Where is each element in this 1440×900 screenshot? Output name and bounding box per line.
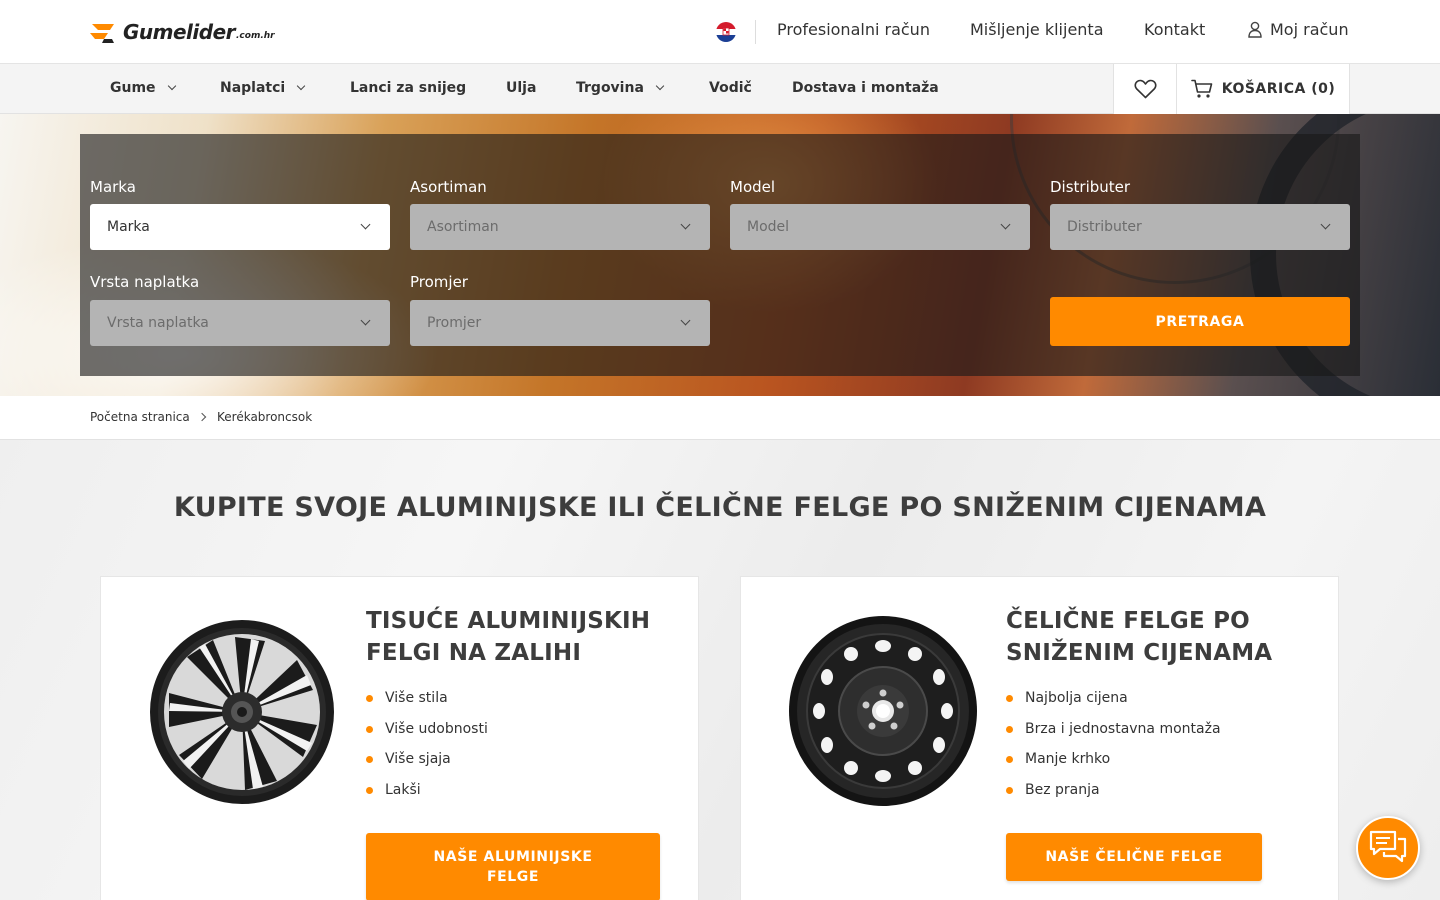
- nav-item-shop[interactable]: Trgovina: [576, 80, 665, 96]
- nav-item-oils[interactable]: Ulja: [506, 80, 536, 96]
- page-title: KUPITE SVOJE ALUMINIJSKE ILI ČELIČNE FEL…: [173, 492, 1267, 523]
- user-icon: [1248, 21, 1262, 38]
- nav-item-label: Dostava i montaža: [792, 80, 939, 96]
- list-item: Lakši: [366, 782, 421, 798]
- chevron-down-icon: [1320, 219, 1331, 230]
- steel-rim-image: [787, 611, 981, 807]
- card-title: ČELIČNE FELGE PO SNIŽENIM CIJENAMA: [1006, 608, 1273, 666]
- chevron-down-icon: [680, 219, 691, 230]
- wishlist-button[interactable]: [1113, 64, 1176, 114]
- list-item: Najbolja cijena: [1006, 690, 1128, 706]
- rim-type-select[interactable]: Vrsta naplatka: [90, 300, 390, 346]
- list-item: Bez pranja: [1006, 782, 1100, 798]
- logo-text: Gumelider: [123, 20, 236, 44]
- chevron-down-icon: [1000, 219, 1011, 230]
- nav-item-label: Vodič: [709, 80, 752, 96]
- nav-item-label: Naplatci: [220, 80, 286, 96]
- contact-link[interactable]: Kontakt: [1144, 20, 1205, 39]
- logo[interactable]: Gumelider .com.hr: [90, 18, 275, 46]
- chevron-down-icon: [360, 315, 371, 326]
- range-label: Asortiman: [410, 178, 487, 196]
- my-account-label: Moj račun: [1270, 20, 1349, 39]
- cart-icon: [1190, 79, 1213, 98]
- chevron-down-icon: [655, 81, 665, 91]
- nav-item-guide[interactable]: Vodič: [709, 80, 752, 96]
- list-item: Više stila: [366, 690, 448, 706]
- nav-item-label: Gume: [110, 80, 156, 96]
- chat-button[interactable]: [1356, 816, 1420, 880]
- diameter-select-value: Promjer: [427, 315, 482, 331]
- nav-item-label: Ulja: [506, 80, 537, 96]
- professional-account-link[interactable]: Profesionalni račun: [777, 20, 930, 39]
- brand-select-value: Marka: [107, 219, 150, 235]
- alloy-rims-card: TISUĆE ALUMINIJSKIH FELGI NA ZALIHI Više…: [100, 576, 699, 900]
- card-title: TISUĆE ALUMINIJSKIH FELGI NA ZALIHI: [366, 608, 651, 666]
- range-select-value: Asortiman: [427, 219, 499, 235]
- diameter-label: Promjer: [410, 273, 468, 291]
- breadcrumb-home-link[interactable]: Početna stranica: [90, 410, 190, 424]
- heart-icon: [1133, 79, 1157, 99]
- chevron-right-icon: [197, 412, 207, 422]
- croatia-flag-icon[interactable]: [716, 22, 736, 42]
- nav-item-tyres[interactable]: Gume: [110, 80, 176, 96]
- nav-item-label: Lanci za snijeg: [350, 80, 467, 96]
- cart-label: KOŠARICA (0): [1221, 81, 1336, 97]
- model-select-value: Model: [747, 219, 790, 235]
- logo-mark-icon: [90, 20, 120, 44]
- chevron-down-icon: [680, 315, 691, 326]
- list-item: Manje krhko: [1006, 751, 1110, 767]
- search-button[interactable]: PRETRAGA: [1050, 297, 1350, 346]
- nav-item-delivery[interactable]: Dostava i montaža: [792, 80, 939, 96]
- diameter-select[interactable]: Promjer: [410, 300, 710, 346]
- list-item: Brza i jednostavna montaža: [1006, 721, 1221, 737]
- breadcrumb: Početna stranica Kerékabroncsok: [0, 396, 1440, 440]
- logo-suffix: .com.hr: [236, 31, 275, 41]
- chevron-down-icon: [296, 81, 306, 91]
- rim-type-select-value: Vrsta naplatka: [107, 315, 209, 331]
- steel-rims-card: ČELIČNE FELGE PO SNIŽENIM CIJENAMA Najbo…: [740, 576, 1339, 900]
- list-item: Više sjaja: [366, 751, 451, 767]
- distributor-select-value: Distributer: [1067, 219, 1142, 235]
- customer-reviews-link[interactable]: Mišljenje klijenta: [970, 20, 1104, 39]
- range-select[interactable]: Asortiman: [410, 204, 710, 250]
- distributor-select[interactable]: Distributer: [1050, 204, 1350, 250]
- breadcrumb-current: Kerékabroncsok: [217, 410, 313, 424]
- top-divider: [755, 20, 756, 44]
- brand-select[interactable]: Marka: [90, 204, 390, 250]
- my-account-link[interactable]: Moj račun: [1248, 20, 1349, 39]
- brand-label: Marka: [90, 178, 136, 196]
- steel-rims-button[interactable]: NAŠE ČELIČNE FELGE: [1006, 833, 1262, 881]
- rim-type-label: Vrsta naplatka: [90, 273, 200, 291]
- alloy-rims-button[interactable]: NAŠE ALUMINIJSKE FELGE: [366, 833, 660, 900]
- nav-item-rims[interactable]: Naplatci: [220, 80, 306, 96]
- alloy-rim-image: [147, 615, 337, 805]
- chevron-down-icon: [167, 81, 176, 91]
- top-header: Gumelider .com.hr Profesionalni račun Mi…: [0, 0, 1440, 64]
- list-item: Više udobnosti: [366, 721, 488, 737]
- distributor-label: Distributer: [1050, 178, 1131, 196]
- model-select[interactable]: Model: [730, 204, 1030, 250]
- chevron-down-icon: [360, 219, 371, 230]
- chat-icon: [1369, 830, 1407, 863]
- cart-button[interactable]: KOŠARICA (0): [1176, 64, 1350, 114]
- nav-item-snow-chains[interactable]: Lanci za snijeg: [350, 80, 466, 96]
- nav-item-label: Trgovina: [576, 80, 644, 96]
- model-label: Model: [730, 178, 776, 196]
